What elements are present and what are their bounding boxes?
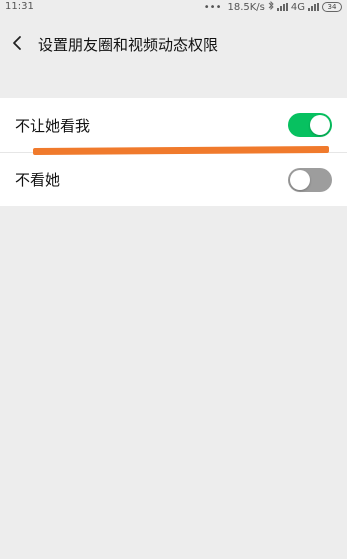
signal-icon-2	[308, 3, 319, 11]
hide-me-toggle[interactable]	[288, 113, 332, 137]
page-title: 设置朋友圈和视频动态权限	[38, 36, 219, 54]
status-time: 11:31	[5, 1, 34, 12]
more-dots: •••	[203, 1, 222, 13]
setting-label: 不让她看我	[15, 116, 91, 135]
net-speed: 18.5K/s	[227, 1, 265, 13]
navigation-bar: 设置朋友圈和视频动态权限	[0, 16, 347, 66]
signal-icon	[276, 3, 288, 11]
status-bar: 11:31 ••• 18.5K/s 4G 34	[0, 0, 347, 16]
toggle-knob	[290, 170, 310, 190]
bluetooth-icon	[268, 0, 274, 13]
setting-label: 不看她	[15, 171, 61, 189]
battery-icon: 34	[322, 2, 342, 12]
setting-row-hide-her[interactable]: 不看她	[0, 152, 347, 206]
hide-her-toggle[interactable]	[288, 168, 332, 192]
network-type: 4G	[290, 1, 305, 13]
setting-row-hide-me[interactable]: 不让她看我	[0, 98, 347, 152]
toggle-knob	[310, 115, 330, 135]
chevron-left-icon[interactable]	[11, 35, 23, 51]
status-icons: ••• 18.5K/s 4G 34	[203, 0, 342, 13]
